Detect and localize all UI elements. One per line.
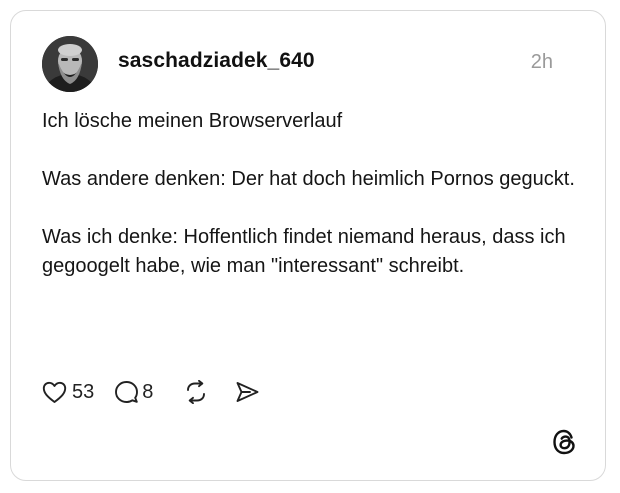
repost-button[interactable] — [183, 380, 209, 404]
comment-bubble-icon — [115, 381, 139, 403]
avatar-image — [42, 36, 98, 92]
post-actions: 53 8 — [42, 377, 260, 407]
repost-icon — [187, 380, 206, 404]
post-timestamp: 2h — [530, 51, 553, 73]
reply-button[interactable]: 8 — [114, 380, 153, 404]
threads-logo-icon — [551, 428, 577, 456]
post-paragraph: Was andere denken: Der hat doch heimlich… — [42, 168, 575, 190]
avatar[interactable] — [42, 36, 98, 92]
heart-icon — [42, 381, 67, 403]
share-button[interactable] — [235, 381, 260, 403]
send-icon — [236, 382, 259, 402]
reply-count: 8 — [142, 380, 154, 403]
post-paragraph: Was ich denke: Hoffentlich findet nieman… — [42, 226, 566, 277]
like-count: 53 — [72, 380, 95, 403]
username[interactable]: saschadziadek_640 — [118, 49, 315, 73]
post-card: saschadziadek_640 2h Ich lösche meinen B… — [10, 10, 606, 481]
like-button[interactable]: 53 — [42, 381, 94, 404]
post-paragraph: Ich lösche meinen Browserverlauf — [42, 110, 343, 132]
post-body: Ich lösche meinen Browserverlauf Was and… — [42, 107, 582, 281]
